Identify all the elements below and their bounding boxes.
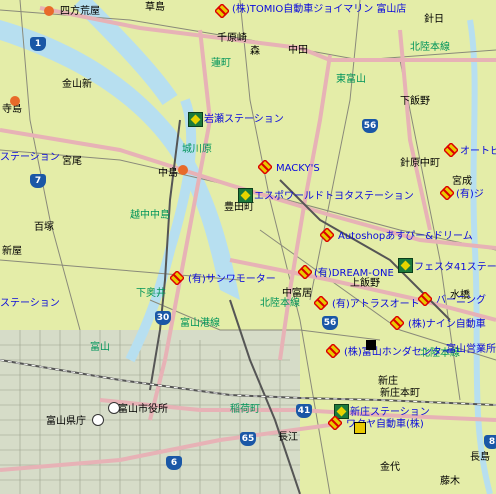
place-label: 蓮町 (211, 58, 231, 69)
poi-label[interactable]: バーニング (436, 295, 486, 306)
route-shield-56b: 56 (322, 316, 338, 330)
station-icon[interactable] (188, 112, 203, 127)
place-label: 寺島 (2, 104, 22, 115)
poi-label[interactable]: (株)TOMIO自動車ジョイマリン 富山店 (232, 4, 406, 15)
shop-marker-icon[interactable] (444, 143, 458, 157)
rail-label: 北陸本線 (410, 42, 450, 53)
place-label: 中田 (288, 45, 308, 56)
poi-label[interactable]: MACKY'S (276, 163, 320, 174)
shop-marker-icon[interactable] (258, 160, 272, 174)
poi-label[interactable]: (有)アトラスオート (332, 299, 420, 310)
place-label: 長島 (470, 452, 490, 463)
landmark-marker-icon (354, 422, 366, 434)
place-label: 富山市役所 (118, 404, 168, 415)
shop-marker-icon[interactable] (418, 292, 432, 306)
route-shield-56: 56 (362, 119, 378, 133)
station-label[interactable]: ステーション (0, 298, 60, 309)
place-label: 宮成 (452, 176, 472, 187)
station-icon[interactable] (398, 258, 413, 273)
place-label: 越中中島 (130, 210, 170, 221)
place-label: 四方荒屋 (60, 6, 100, 17)
place-label: 豊田町 (224, 202, 254, 213)
poi-label[interactable]: オートピ (460, 146, 496, 157)
station-label[interactable]: 岩瀬ステーション (204, 114, 284, 125)
landmark-marker-icon (10, 96, 20, 106)
landmark-marker-icon (44, 6, 54, 16)
poi-label[interactable]: (有)ジ (456, 189, 484, 200)
route-shield-30: 30 (155, 311, 171, 325)
station-icon[interactable] (238, 188, 253, 203)
station-label[interactable]: フェスタ41ステーション (414, 262, 496, 273)
place-label: 北陸本線 (260, 298, 300, 309)
place-label: 森 (250, 46, 260, 57)
poi-label[interactable]: (株)ナイン自動車 (408, 319, 486, 330)
route-shield-1: 1 (30, 37, 46, 51)
shop-marker-icon[interactable] (170, 271, 184, 285)
poi-label[interactable]: Autoshopあすぴー&ドリーム (338, 231, 473, 242)
place-label: 富山港線 (180, 318, 220, 329)
place-label: 針日 (424, 14, 444, 25)
place-label: 藤木 (440, 476, 460, 487)
place-label: 新庄 (378, 376, 398, 387)
shop-marker-icon[interactable] (215, 4, 229, 18)
place-label: 富山 (90, 342, 110, 353)
station-label[interactable]: ステーション (0, 152, 60, 163)
place-label: 下奥井 (136, 288, 166, 299)
place-label: 長江 (278, 432, 298, 443)
shop-marker-icon[interactable] (314, 296, 328, 310)
poi-label[interactable]: (有)DREAM-ONE (314, 268, 394, 279)
landmark-marker-icon (92, 414, 104, 426)
route-shield-7: 7 (30, 174, 46, 188)
route-shield-41: 41 (296, 404, 312, 418)
route-shield-8: 8 (484, 435, 496, 449)
place-label: 稲荷町 (230, 404, 260, 415)
place-label: 富山県庁 (46, 416, 86, 427)
shop-marker-icon[interactable] (440, 186, 454, 200)
place-label: 東富山 (336, 74, 366, 85)
place-label: 城川原 (182, 144, 212, 155)
poi-label[interactable]: 富山営業所 (446, 344, 496, 355)
station-label[interactable]: 新庄ステーション (350, 407, 430, 418)
poi-label[interactable]: (有)サンワモーター (188, 274, 276, 285)
place-label: 針原中町 (400, 158, 440, 169)
place-label: 金代 (380, 462, 400, 473)
place-label: 新屋 (2, 246, 22, 257)
landmark-marker-icon (366, 340, 376, 350)
shop-marker-icon[interactable] (298, 265, 312, 279)
shop-marker-icon[interactable] (326, 344, 340, 358)
route-shield-6: 6 (166, 456, 182, 470)
landmark-marker-icon (108, 402, 120, 414)
station-label[interactable]: エスポワールドトヨタステーション (254, 191, 414, 202)
place-label: 下飯野 (400, 96, 430, 107)
route-shield-65: 65 (240, 432, 256, 446)
poi-label[interactable]: (株)富山ホンダセンター (344, 347, 452, 358)
place-label: 草島 (145, 2, 165, 13)
map-canvas[interactable]: 1 7 56 30 56 41 65 6 8 四方荒屋 草島 千原崎 森 中田 … (0, 0, 496, 494)
place-label: 中島 (158, 168, 178, 179)
shop-marker-icon[interactable] (390, 316, 404, 330)
shop-marker-icon[interactable] (320, 228, 334, 242)
place-label: 千原崎 (217, 33, 247, 44)
place-label: 百塚 (34, 222, 54, 233)
place-label: 宮尾 (62, 156, 82, 167)
place-label: 上飯野 (350, 278, 380, 289)
shop-marker-icon[interactable] (328, 416, 342, 430)
landmark-marker-icon (178, 165, 188, 175)
place-label: 金山新 (62, 79, 92, 90)
place-label: 新庄本町 (380, 388, 420, 399)
